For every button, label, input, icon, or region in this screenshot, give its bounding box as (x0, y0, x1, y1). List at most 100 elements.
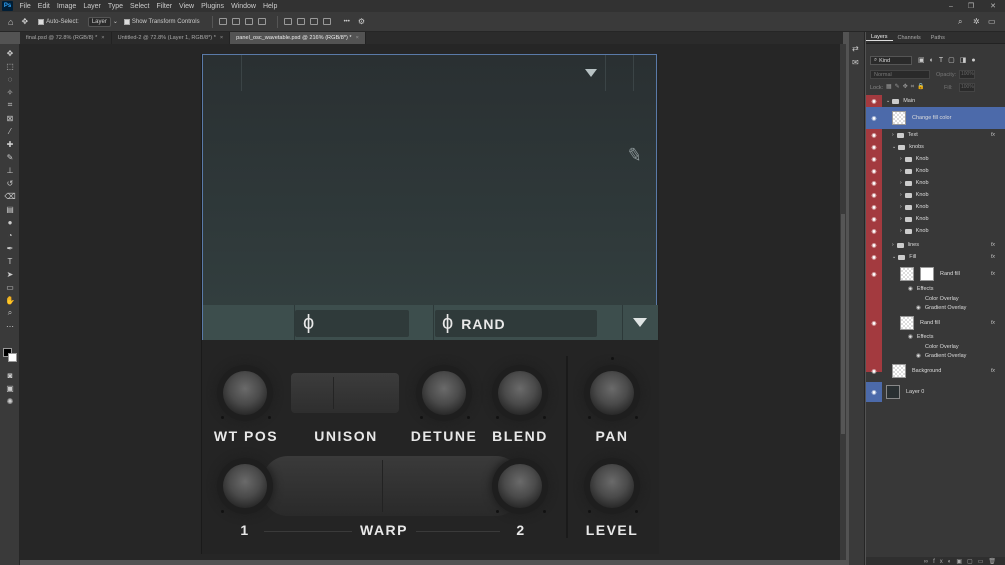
eye-icon[interactable]: ◉ (866, 201, 882, 213)
eye-icon[interactable]: ◉ (916, 305, 921, 311)
shape-tool-icon[interactable]: ▭ (4, 282, 16, 292)
minimize-icon[interactable]: – (942, 0, 960, 12)
layer-row-background[interactable]: ◉ Background fx (866, 362, 1005, 380)
quick-select-icon[interactable]: ✧ (4, 87, 16, 97)
eye-icon[interactable]: ◉ (866, 213, 882, 225)
tab-layers[interactable]: Layers (866, 34, 893, 41)
quick-mask-icon[interactable]: ◙ (4, 370, 16, 380)
lasso-tool-icon[interactable]: ◌ (4, 74, 16, 84)
layer-row-text[interactable]: ◉ › Text fx (866, 129, 1005, 141)
phase-box[interactable]: ϕ (295, 310, 409, 337)
warp-1-knob[interactable] (223, 464, 267, 508)
type-tool-icon[interactable]: T (4, 256, 16, 266)
transform-controls-checkbox[interactable]: Show Transform Controls (123, 18, 200, 25)
level-knob[interactable] (590, 464, 634, 508)
eye-icon[interactable]: ◉ (866, 314, 882, 332)
workspace-icon[interactable]: ▭ (988, 17, 996, 26)
menu-layer[interactable]: Layer (80, 3, 105, 10)
fx-icon[interactable]: fx (991, 242, 995, 248)
share-icon[interactable]: ✲ (973, 17, 980, 26)
filter-kind-dropdown[interactable]: ⌕ Kind (870, 56, 912, 65)
layer-row-knob[interactable]: ◉ › Knob (866, 201, 1005, 213)
menu-view[interactable]: View (176, 3, 198, 10)
align-bottom-icon[interactable] (309, 18, 318, 25)
effect-gradient-overlay-row[interactable]: ◉ Gradient Overlay (866, 351, 1005, 361)
history-brush-icon[interactable]: ↺ (4, 178, 16, 188)
menu-help[interactable]: Help (259, 3, 280, 10)
layer-row-fill[interactable]: ◉ ⌄ Fill fx (866, 251, 1005, 263)
eye-icon[interactable]: ◉ (866, 225, 882, 237)
eye-icon[interactable]: ◉ (866, 165, 882, 177)
menu-edit[interactable]: Edit (34, 3, 53, 10)
canvas-scrollbar[interactable] (840, 44, 846, 560)
fill-input[interactable]: 100% (959, 83, 975, 92)
clone-stamp-icon[interactable]: ⊥ (4, 165, 16, 175)
home-icon[interactable]: ⌂ (8, 17, 13, 27)
layer-row-main[interactable]: ◉ ⌄ Main (866, 95, 1005, 107)
menu-type[interactable]: Type (104, 3, 126, 10)
layer-row-knob[interactable]: ◉ › Knob (866, 225, 1005, 237)
frame-tool-icon[interactable]: ⊠ (4, 113, 16, 123)
eye-icon[interactable]: ◉ (866, 189, 882, 201)
gradient-tool-icon[interactable]: ▤ (4, 204, 16, 214)
wavetable-display[interactable]: ✎ ϕ ϕ RAND (202, 54, 658, 340)
tab-channels[interactable]: Channels (893, 35, 926, 41)
fx-icon[interactable]: fx (991, 254, 995, 260)
path-select-icon[interactable]: ➤ (4, 269, 16, 279)
distribute-icon[interactable] (322, 18, 331, 25)
crop-tool-icon[interactable]: ⌗ (4, 100, 16, 110)
blur-tool-icon[interactable]: ● (4, 217, 16, 227)
effects-row[interactable]: ◉ Effects (866, 332, 1005, 342)
align-top-icon[interactable] (283, 18, 292, 25)
move-tool-icon[interactable]: ✥ (21, 17, 28, 26)
unison-display[interactable] (291, 373, 399, 413)
fx-icon[interactable]: fx (991, 271, 995, 277)
more-options-icon[interactable]: ••• (344, 19, 350, 25)
eye-icon[interactable]: ◉ (866, 141, 882, 153)
synth-panel-document[interactable]: ✎ ϕ ϕ RAND WT POS UNISON DETUNE BLEND PA… (201, 54, 659, 554)
eye-icon[interactable]: ◉ (866, 107, 882, 129)
more-tools-icon[interactable]: ⋯ (4, 321, 16, 331)
blend-mode-dropdown[interactable]: Normal (870, 70, 930, 79)
eraser-tool-icon[interactable]: ⌫ (4, 191, 16, 201)
generative-icon[interactable]: ✺ (4, 396, 16, 406)
align-center-icon[interactable] (231, 18, 240, 25)
comment-icon[interactable]: ✉ (852, 58, 859, 67)
eye-icon[interactable]: ◉ (866, 382, 882, 402)
layer-row-lines[interactable]: ◉ › lines fx (866, 239, 1005, 251)
layer-row-knob[interactable]: ◉ › Knob (866, 213, 1005, 225)
layer-row-knob[interactable]: ◉ › Knob (866, 177, 1005, 189)
effect-gradient-overlay-row[interactable]: ◉ Gradient Overlay (866, 303, 1005, 313)
lock-icons[interactable]: ▦✎✥⌗🔒 (886, 83, 928, 91)
menu-file[interactable]: File (16, 3, 34, 10)
eye-icon[interactable]: ◉ (908, 286, 913, 292)
warp-2-knob[interactable] (498, 464, 542, 508)
move-tool-icon[interactable]: ✥ (4, 48, 16, 58)
blend-knob[interactable] (498, 371, 542, 415)
menu-select[interactable]: Select (127, 3, 153, 10)
menu-image[interactable]: Image (53, 3, 79, 10)
warp-slider[interactable] (262, 456, 522, 516)
dropdown-arrow-icon[interactable] (633, 318, 647, 327)
eye-icon[interactable]: ◉ (866, 177, 882, 189)
pencil-icon[interactable]: ✎ (625, 144, 643, 167)
dropdown-arrow-icon[interactable] (585, 69, 597, 77)
screen-mode-icon[interactable]: ▣ (4, 383, 16, 393)
eye-icon[interactable]: ◉ (866, 153, 882, 165)
close-icon[interactable]: × (220, 35, 223, 41)
fx-icon[interactable]: fx (991, 132, 995, 138)
layer-row-layer-0[interactable]: ◉ Layer 0 (866, 382, 1005, 402)
eye-icon[interactable]: ◉ (866, 95, 882, 107)
layer-row-knob[interactable]: ◉ › Knob (866, 189, 1005, 201)
eyedropper-icon[interactable]: ⁄ (4, 126, 16, 136)
detune-knob[interactable] (422, 371, 466, 415)
menu-plugins[interactable]: Plugins (198, 3, 228, 10)
fx-icon[interactable]: fx (991, 320, 995, 326)
background-color-swatch[interactable] (8, 353, 17, 362)
layer-row-rand-fill-2[interactable]: ◉ Rand fill fx (866, 314, 1005, 332)
menu-window[interactable]: Window (228, 3, 260, 10)
wt-pos-knob[interactable] (223, 371, 267, 415)
close-icon[interactable]: ✕ (984, 0, 1002, 12)
eye-icon[interactable]: ◉ (908, 334, 913, 340)
opacity-input[interactable]: 100% (959, 70, 975, 79)
